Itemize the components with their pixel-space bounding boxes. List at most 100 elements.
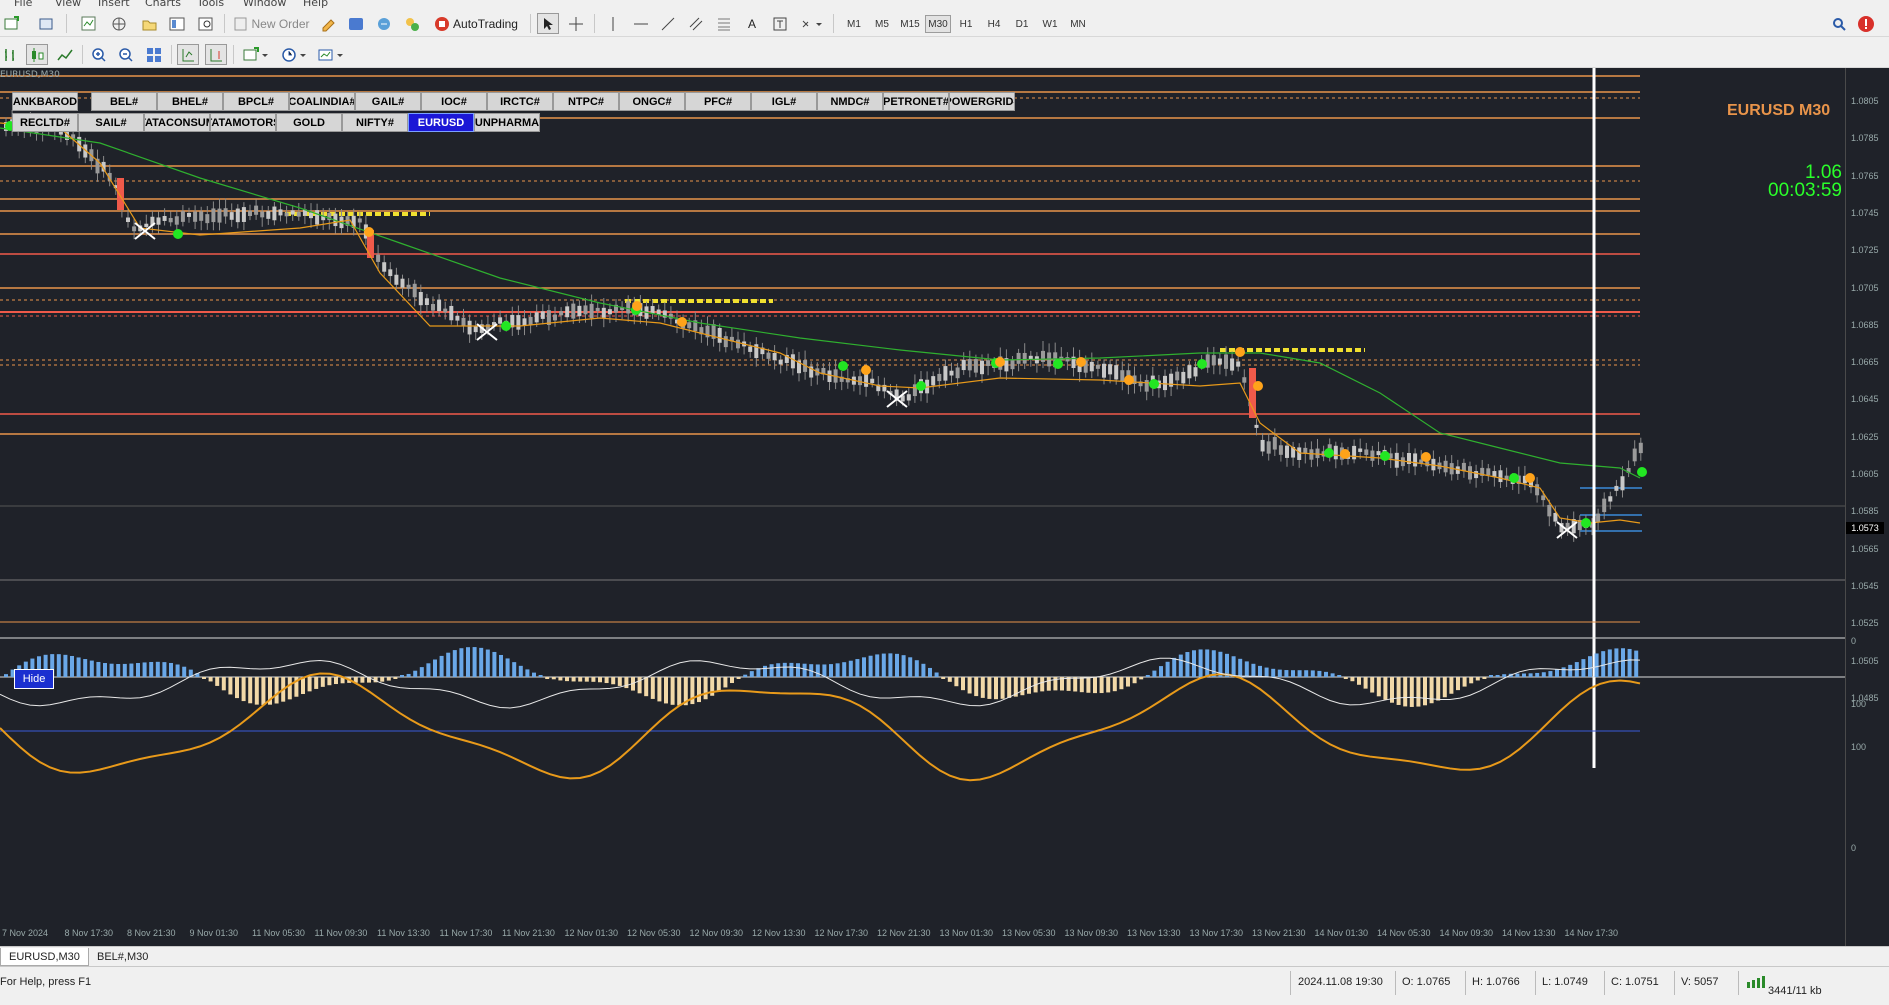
navigator-icon[interactable] — [138, 13, 160, 34]
candle-body — [1217, 358, 1222, 365]
autoscroll-icon[interactable] — [177, 44, 199, 65]
symbol-button-gold[interactable]: GOLD — [276, 113, 342, 132]
new-order-button[interactable]: New Order — [232, 13, 312, 34]
histogram-bar — [314, 677, 319, 689]
line-chart-icon[interactable] — [54, 44, 76, 65]
menu-tools[interactable]: Tools — [197, 0, 224, 9]
candle-body — [748, 346, 753, 352]
bar-chart-icon[interactable] — [0, 44, 22, 65]
symbol-button-tatamotors[interactable]: TATAMOTORS — [210, 113, 276, 132]
timeframe-mn[interactable]: MN — [1065, 15, 1091, 33]
tab-eurusd-m30[interactable]: EURUSD,M30 — [0, 948, 89, 966]
histogram-bar — [1152, 670, 1157, 677]
signal-dot-green — [916, 381, 926, 391]
symbol-button-nmdc[interactable]: NMDC# — [817, 92, 883, 111]
symbol-button-tataconsum[interactable]: TATACONSUM — [144, 113, 210, 132]
symbol-button-unpharma[interactable]: UNPHARMA — [474, 113, 540, 132]
symbol-button-bhel[interactable]: BHEL# — [157, 92, 223, 111]
histogram-bar — [393, 677, 398, 679]
candlestick-icon[interactable] — [26, 44, 48, 65]
text-tool-icon[interactable]: A — [741, 13, 763, 34]
time-axis-label: 11 Nov 17:30 — [439, 928, 493, 938]
symbol-button-sail[interactable]: SAIL# — [78, 113, 144, 132]
signals-icon[interactable] — [345, 13, 367, 34]
timeframe-w1[interactable]: W1 — [1037, 15, 1063, 33]
symbol-button-recltd[interactable]: RECLTD# — [12, 113, 78, 132]
symbol-button-powergrid[interactable]: POWERGRID# — [949, 92, 1015, 111]
notifications-icon[interactable] — [1855, 13, 1877, 34]
cursor-icon[interactable] — [537, 13, 559, 34]
candle-body — [1016, 352, 1021, 364]
status-open: O: 1.0765 — [1402, 976, 1451, 988]
vertical-line-icon[interactable] — [602, 13, 624, 34]
histogram-bar — [980, 677, 985, 698]
histogram-bar — [921, 663, 926, 677]
profiles-icon[interactable] — [36, 13, 58, 34]
candle-body — [1614, 485, 1619, 491]
timeframe-m1[interactable]: M1 — [841, 15, 867, 33]
menu-view[interactable]: View — [55, 0, 81, 9]
candle-body — [180, 211, 185, 222]
terminal-icon[interactable] — [166, 13, 188, 34]
timeframe-h4[interactable]: H4 — [981, 15, 1007, 33]
price-chart-canvas[interactable] — [0, 68, 1889, 946]
new-chart-icon[interactable] — [2, 13, 24, 34]
timeframe-d1[interactable]: D1 — [1009, 15, 1035, 33]
chart-window[interactable]: EURUSD,M30 EURUSD M30 1.06 00:03:59 BANK… — [0, 68, 1889, 946]
symbol-button-nifty[interactable]: NIFTY# — [342, 113, 408, 132]
histogram-bar — [334, 677, 338, 685]
templates-dropdown-icon[interactable] — [315, 44, 347, 65]
symbol-button-ongc[interactable]: ONGC# — [619, 92, 685, 111]
tab-bel-m30[interactable]: BEL#,M30 — [89, 948, 156, 966]
candle-body — [1413, 453, 1418, 467]
symbol-button-bankbaroda[interactable]: BANKBARODA — [12, 92, 78, 111]
crosshair-icon[interactable] — [565, 13, 587, 34]
symbol-button-ntpc[interactable]: NTPC# — [553, 92, 619, 111]
periods-dropdown-icon[interactable] — [278, 44, 310, 65]
horizontal-line-icon[interactable] — [630, 13, 652, 34]
zoom-in-icon[interactable] — [88, 44, 110, 65]
strategy-tester-icon[interactable] — [195, 13, 217, 34]
expert-advisors-icon[interactable] — [401, 13, 423, 34]
timeframe-m15[interactable]: M15 — [897, 15, 923, 33]
symbol-button-bpcl[interactable]: BPCL# — [223, 92, 289, 111]
autotrading-button[interactable]: AutoTrading — [430, 13, 522, 34]
data-window-icon[interactable] — [108, 13, 130, 34]
symbol-button-petronet[interactable]: PETRONET# — [883, 92, 949, 111]
timeframe-m30[interactable]: M30 — [925, 15, 951, 33]
symbol-button-ioc[interactable]: IOC# — [421, 92, 487, 111]
timeframe-m5[interactable]: M5 — [869, 15, 895, 33]
chart-shift-icon[interactable] — [205, 44, 227, 65]
channel-icon[interactable] — [685, 13, 707, 34]
market-icon[interactable] — [373, 13, 395, 34]
menu-file[interactable]: File — [14, 0, 32, 9]
histogram-bar — [789, 662, 794, 677]
indicators-dropdown-icon[interactable] — [240, 44, 272, 65]
arrows-dropdown-icon[interactable] — [797, 13, 827, 34]
zoom-out-icon[interactable] — [115, 44, 137, 65]
trendline-icon[interactable] — [657, 13, 679, 34]
histogram-bar — [1627, 648, 1632, 677]
menu-charts[interactable]: Charts — [145, 0, 181, 9]
symbol-button-eurusd[interactable]: EURUSD — [408, 113, 474, 132]
menu-help[interactable]: Help — [303, 0, 328, 9]
search-icon[interactable] — [1828, 13, 1850, 34]
market-watch-icon[interactable] — [78, 13, 100, 34]
symbol-button-gail[interactable]: GAIL# — [355, 92, 421, 111]
hide-button[interactable]: Hide — [14, 669, 54, 689]
metaeditor-icon[interactable] — [318, 13, 340, 34]
symbol-button-igl[interactable]: IGL# — [751, 92, 817, 111]
time-axis-label: 11 Nov 05:30 — [252, 928, 305, 938]
menu-insert[interactable]: Insert — [98, 0, 130, 9]
symbol-button-bel[interactable]: BEL# — [91, 92, 157, 111]
symbol-button-coalindia[interactable]: COALINDIA# — [289, 92, 355, 111]
fibonacci-icon[interactable] — [713, 13, 735, 34]
symbol-button-pfc[interactable]: PFC# — [685, 92, 751, 111]
timeframe-h1[interactable]: H1 — [953, 15, 979, 33]
tile-windows-icon[interactable] — [143, 44, 165, 65]
menu-window[interactable]: Window — [243, 0, 286, 9]
symbol-button-irctc[interactable]: IRCTC# — [487, 92, 553, 111]
text-label-icon[interactable] — [769, 13, 791, 34]
candle-body — [382, 262, 387, 272]
histogram-bar — [1396, 677, 1401, 705]
